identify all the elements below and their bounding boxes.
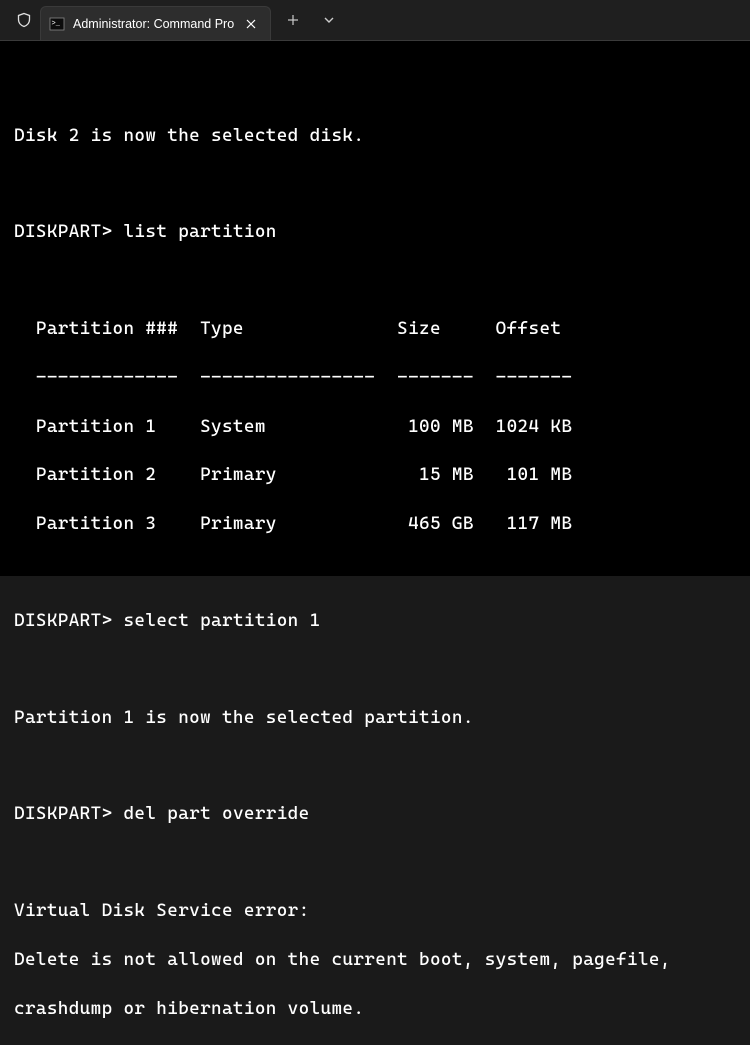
command-text: select partition 1 <box>123 610 320 631</box>
table-row: Partition 1 System 100 MB 1024 KB <box>14 415 736 439</box>
tab-dropdown-button[interactable] <box>311 0 347 40</box>
command-text: del part override <box>123 803 309 824</box>
shield-icon <box>8 0 40 40</box>
output-line: Disk 2 is now the selected disk. <box>14 124 736 148</box>
svg-text:>_: >_ <box>52 20 61 28</box>
close-icon[interactable] <box>242 15 260 33</box>
table-row: Partition 2 Primary 15 MB 101 MB <box>14 463 736 487</box>
error-line: Delete is not allowed on the current boo… <box>14 948 736 972</box>
table-row: Partition 3 Primary 465 GB 117 MB <box>14 512 736 536</box>
command-text: list partition <box>123 221 276 242</box>
tab-title: Administrator: Command Pro <box>73 17 234 31</box>
table-divider: ------------- ---------------- ------- -… <box>14 366 736 390</box>
new-tab-button[interactable] <box>275 0 311 40</box>
error-line: crashdump or hibernation volume. <box>14 997 736 1021</box>
output-line: Partition 1 is now the selected partitio… <box>14 706 736 730</box>
terminal-output[interactable]: Disk 2 is now the selected disk. DISKPAR… <box>0 40 750 576</box>
prompt-line: DISKPART> del part override <box>14 802 736 826</box>
tab-command-prompt[interactable]: >_ Administrator: Command Pro <box>40 6 271 40</box>
prompt-line: DISKPART> select partition 1 <box>14 609 736 633</box>
error-heading: Virtual Disk Service error: <box>14 899 736 923</box>
titlebar-actions <box>275 0 347 40</box>
terminal-icon: >_ <box>49 16 65 32</box>
titlebar: >_ Administrator: Command Pro <box>0 0 750 40</box>
table-header: Partition ### Type Size Offset <box>14 317 736 341</box>
prompt-line: DISKPART> list partition <box>14 220 736 244</box>
